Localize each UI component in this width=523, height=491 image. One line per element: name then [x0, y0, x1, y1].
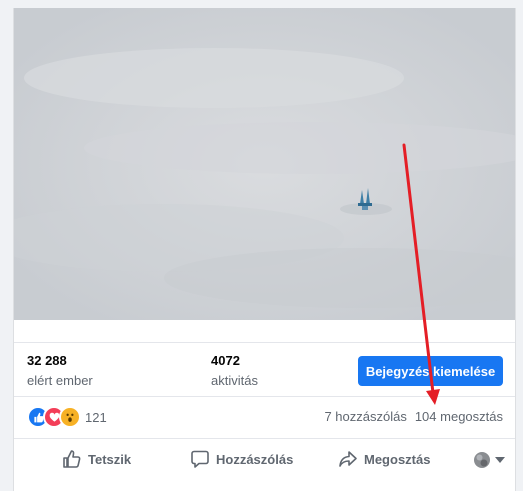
reach-label: elért ember — [27, 373, 93, 388]
like-label: Tetszik — [88, 451, 132, 467]
comment-label: Hozzászólás — [216, 451, 294, 467]
engagement-value: 4072 — [211, 353, 240, 368]
divider — [14, 396, 515, 397]
post-photo[interactable] — [14, 8, 515, 320]
engagement-counts: 7 hozzászólás 104 megosztás — [324, 408, 503, 426]
reaction-count: 121 — [85, 409, 107, 425]
divider — [14, 342, 515, 343]
engagement-label: aktivitás — [211, 373, 258, 388]
post-card: 32 288 elért ember 4072 aktivitás Bejegy… — [13, 8, 516, 491]
share-label: Megosztás — [364, 451, 431, 467]
comment-button[interactable]: Hozzászólás — [190, 439, 293, 479]
like-button[interactable]: Tetszik — [62, 439, 131, 479]
boost-post-button[interactable]: Bejegyzés kiemelése — [358, 356, 503, 386]
audience-selector[interactable] — [473, 451, 505, 469]
foggy-landscape-image — [14, 8, 515, 320]
wow-icon — [59, 406, 81, 428]
share-arrow-icon — [339, 451, 357, 467]
thumbs-up-icon — [63, 450, 81, 468]
globe-avatar-icon — [474, 452, 490, 468]
reach-value: 32 288 — [27, 353, 67, 368]
share-count-link[interactable]: 104 megosztás — [415, 408, 503, 426]
post-actions-bar: Tetszik Hozzászólás Megosztás — [14, 438, 515, 479]
comment-count-link[interactable]: 7 hozzászólás — [324, 408, 406, 426]
comment-bubble-icon — [191, 450, 209, 468]
chevron-down-icon — [495, 457, 505, 463]
reactions-summary[interactable]: 121 — [27, 406, 107, 428]
share-button[interactable]: Megosztás — [338, 439, 430, 479]
